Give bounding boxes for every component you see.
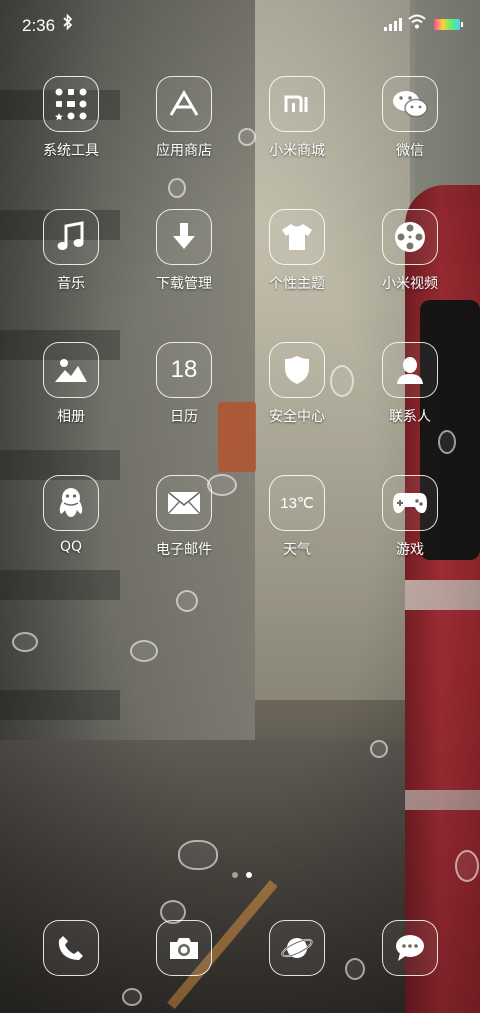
camera-icon (156, 920, 212, 976)
photo-mountain-icon (43, 342, 99, 398)
app-qq[interactable]: QQ (21, 475, 121, 555)
app-label: 小米视频 (382, 276, 438, 292)
app-label: 日历 (170, 409, 198, 425)
tshirt-icon (269, 209, 325, 265)
app-app-store[interactable]: 应用商店 (134, 76, 234, 160)
weather-temperature: 13℃ (280, 495, 314, 512)
dock-messages[interactable] (360, 920, 460, 976)
app-security[interactable]: 安全中心 (247, 342, 347, 426)
dock-camera[interactable] (134, 920, 234, 976)
app-label: 联系人 (389, 409, 431, 425)
app-email[interactable]: 电子邮件 (134, 475, 234, 559)
app-themes[interactable]: 个性主题 (247, 209, 347, 293)
app-label: 天气 (283, 542, 311, 558)
app-label: 小米商城 (269, 143, 325, 159)
app-label: 安全中心 (269, 409, 325, 425)
signal-icon (384, 17, 402, 31)
app-contacts[interactable]: 联系人 (360, 342, 460, 426)
wifi-icon (408, 14, 426, 32)
mi-logo-icon (269, 76, 325, 132)
dock-phone[interactable] (21, 920, 121, 976)
app-label: QQ (59, 539, 83, 555)
shield-icon (269, 342, 325, 398)
bluetooth-icon (63, 13, 73, 34)
message-bubble-icon (382, 920, 438, 976)
music-note-icon (43, 209, 99, 265)
calendar-icon: 18 (156, 342, 212, 398)
page-dot (232, 872, 238, 878)
app-label: 应用商店 (156, 143, 212, 159)
app-label: 系统工具 (43, 143, 99, 159)
battery-icon (434, 19, 463, 30)
app-label: 下载管理 (156, 276, 212, 292)
qq-penguin-icon (43, 475, 99, 531)
browser-planet-icon (269, 920, 325, 976)
app-label: 个性主题 (269, 276, 325, 292)
page-dot-active (246, 872, 252, 878)
app-store-icon (156, 76, 212, 132)
app-mi-store[interactable]: 小米商城 (247, 76, 347, 160)
envelope-icon (156, 475, 212, 531)
film-reel-icon (382, 209, 438, 265)
app-label: 相册 (57, 409, 85, 425)
download-arrow-icon (156, 209, 212, 265)
calendar-date: 18 (170, 356, 198, 383)
phone-icon (43, 920, 99, 976)
app-label: 微信 (396, 143, 424, 159)
person-icon (382, 342, 438, 398)
app-calendar[interactable]: 18 日历 (134, 342, 234, 426)
app-mi-video[interactable]: 小米视频 (360, 209, 460, 293)
app-system-tools[interactable]: 系统工具 (21, 76, 121, 160)
app-music[interactable]: 音乐 (21, 209, 121, 293)
app-label: 游戏 (396, 542, 424, 558)
wechat-icon (382, 76, 438, 132)
gamepad-icon (382, 475, 438, 531)
app-label: 电子邮件 (156, 542, 212, 558)
dock-browser[interactable] (247, 920, 347, 976)
page-indicator (232, 872, 252, 878)
app-weather[interactable]: 13℃ 天气 (247, 475, 347, 559)
app-download-manager[interactable]: 下载管理 (134, 209, 234, 293)
weather-icon: 13℃ (269, 475, 325, 531)
app-label: 音乐 (57, 276, 85, 292)
folder-grid-icon (43, 76, 99, 132)
app-games[interactable]: 游戏 (360, 475, 460, 559)
status-bar: 2:36 (0, 0, 480, 52)
app-gallery[interactable]: 相册 (21, 342, 121, 426)
status-time: 2:36 (22, 16, 56, 35)
app-wechat[interactable]: 微信 (360, 76, 460, 160)
